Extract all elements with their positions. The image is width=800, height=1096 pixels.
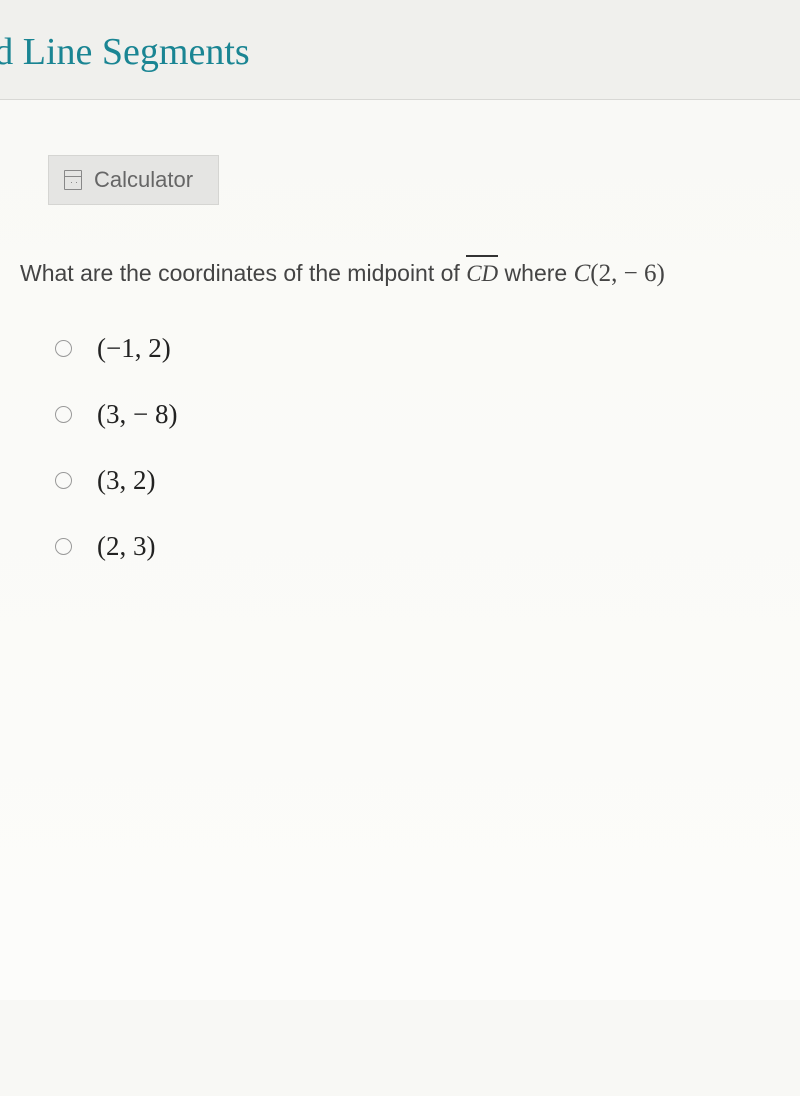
option-label: (−1, 2) bbox=[97, 333, 171, 364]
option-d[interactable]: (2, 3) bbox=[55, 531, 800, 562]
calculator-button[interactable]: Calculator bbox=[48, 155, 219, 205]
question-prefix: What are the coordinates of the midpoint… bbox=[20, 260, 466, 286]
answer-options: (−1, 2) (3, − 8) (3, 2) (2, 3) bbox=[20, 333, 800, 562]
segment-cd: CD bbox=[466, 257, 498, 292]
radio-icon bbox=[55, 472, 72, 489]
point-c-label: C bbox=[574, 260, 591, 287]
radio-icon bbox=[55, 340, 72, 357]
question-content: Calculator What are the coordinates of t… bbox=[0, 100, 800, 1000]
calculator-icon bbox=[64, 170, 82, 190]
calculator-label: Calculator bbox=[94, 167, 193, 193]
option-c[interactable]: (3, 2) bbox=[55, 465, 800, 496]
option-label: (3, 2) bbox=[97, 465, 155, 496]
radio-icon bbox=[55, 406, 72, 423]
radio-icon bbox=[55, 538, 72, 555]
option-label: (3, − 8) bbox=[97, 399, 177, 430]
option-b[interactable]: (3, − 8) bbox=[55, 399, 800, 430]
option-a[interactable]: (−1, 2) bbox=[55, 333, 800, 364]
question-prompt: What are the coordinates of the midpoint… bbox=[20, 255, 800, 293]
point-c-coords: (2, − 6) bbox=[590, 260, 665, 287]
option-label: (2, 3) bbox=[97, 531, 155, 562]
question-middle: where bbox=[498, 260, 573, 286]
page-title: cted Line Segments bbox=[0, 0, 800, 100]
